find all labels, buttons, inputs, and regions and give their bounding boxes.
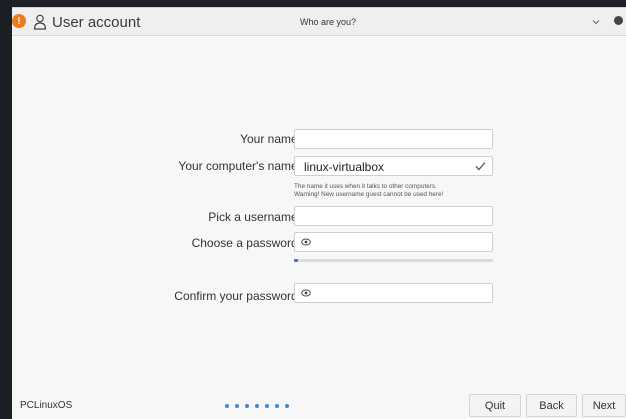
hint-line-1: The name it uses when it talks to other … <box>294 183 437 190</box>
check-icon <box>475 162 486 171</box>
name-field[interactable] <box>294 129 493 149</box>
username-label: Pick a username: <box>208 210 301 224</box>
brand-label: PCLinuxOS <box>20 400 73 411</box>
quit-button[interactable]: Quit <box>469 394 521 417</box>
computer-name-hint: The name it uses when it talks to other … <box>294 183 443 199</box>
confirm-password-field[interactable] <box>294 283 493 303</box>
password-strength-fill <box>294 259 298 262</box>
desktop-left-strip <box>0 0 12 419</box>
name-label: Your name: <box>240 132 301 146</box>
step-indicator <box>225 404 289 408</box>
computer-name-label: Your computer's name: <box>178 159 301 173</box>
username-field[interactable] <box>294 206 493 226</box>
eye-icon[interactable] <box>301 238 311 246</box>
next-button[interactable]: Next <box>582 394 626 417</box>
title-bar: ! User account Who are you? <box>12 8 626 36</box>
step-dot <box>265 404 269 408</box>
chevron-down-icon[interactable] <box>591 17 601 27</box>
computer-name-field[interactable]: linux-virtualbox <box>294 156 493 176</box>
confirm-password-label: Confirm your password: <box>174 289 301 303</box>
step-dot <box>255 404 259 408</box>
password-field[interactable] <box>294 232 493 252</box>
step-dot <box>245 404 249 408</box>
close-icon[interactable] <box>614 16 623 25</box>
step-dot <box>285 404 289 408</box>
computer-name-value: linux-virtualbox <box>304 160 385 174</box>
step-dot <box>235 404 239 408</box>
installer-window: ! User account Who are you? Your name: Y… <box>12 7 626 419</box>
footer-bar: PCLinuxOS Quit Back Next <box>12 390 626 419</box>
back-button[interactable]: Back <box>526 394 577 417</box>
eye-icon[interactable] <box>301 289 311 297</box>
user-icon <box>33 14 47 30</box>
password-label: Choose a password: <box>191 236 301 250</box>
window-subtitle: Who are you? <box>300 17 357 27</box>
password-strength-bar <box>294 259 493 262</box>
hint-line-2: Warning! New username guest cannot be us… <box>294 191 444 198</box>
window-title: User account <box>52 14 141 31</box>
step-dot <box>275 404 279 408</box>
step-dot <box>225 404 229 408</box>
app-icon: ! <box>12 14 26 28</box>
